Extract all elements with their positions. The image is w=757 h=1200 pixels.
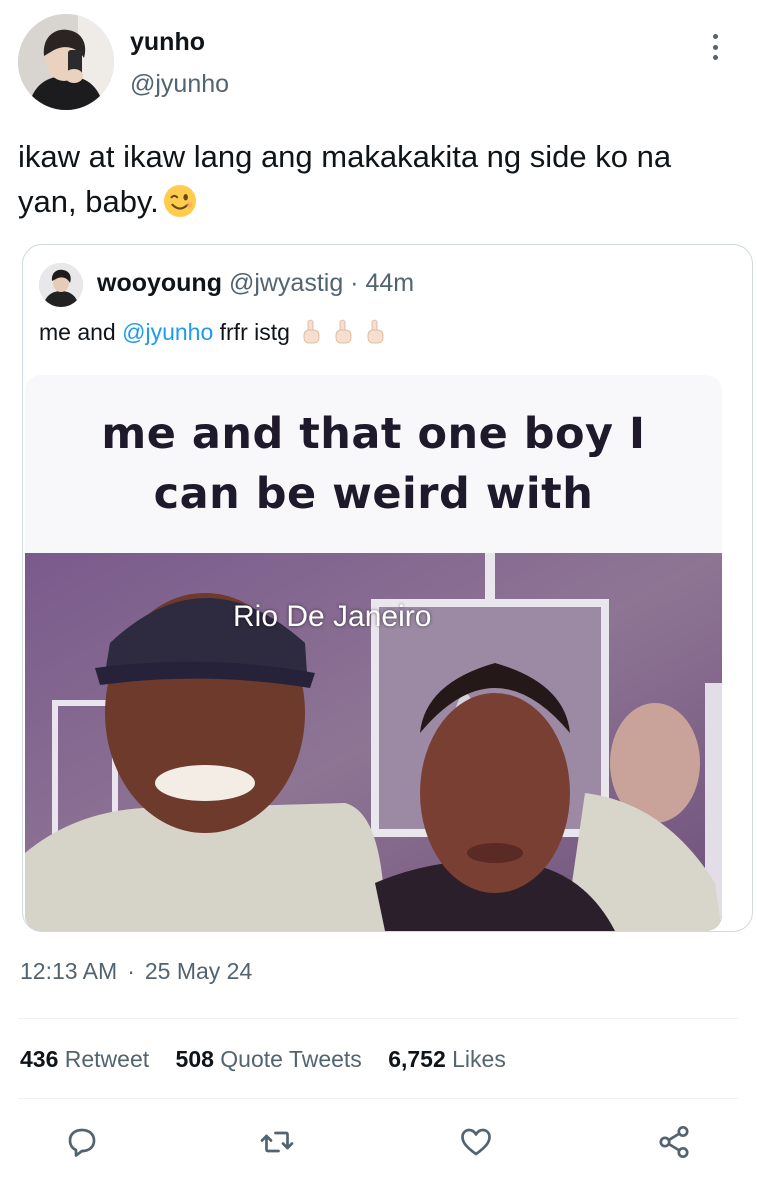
quote-tweets-stat[interactable]: 508 Quote Tweets (176, 1046, 362, 1072)
meme-caption-line1: me and that one boy I (101, 409, 646, 459)
retweets-count: 436 (20, 1046, 59, 1072)
share-icon[interactable] (656, 1124, 692, 1160)
divider (18, 1098, 739, 1099)
quoted-media-image[interactable]: me and that one boy I can be weird with (25, 375, 722, 931)
likes-label: Likes (452, 1046, 506, 1072)
meme-caption-line2: can be weird with (153, 469, 594, 519)
quoted-author-avatar[interactable] (39, 263, 83, 307)
likes-count: 6,752 (388, 1046, 446, 1072)
timestamp-dot: · (127, 958, 135, 984)
divider (18, 1018, 739, 1019)
quotes-count: 508 (175, 1046, 214, 1072)
index-pointing-up-emoji (303, 319, 320, 344)
more-options-icon[interactable] (700, 30, 730, 64)
like-icon[interactable] (458, 1124, 494, 1160)
author-handle[interactable]: @jyunho (130, 70, 229, 99)
quoted-profile-photo (39, 263, 83, 307)
retweet-icon[interactable] (259, 1124, 295, 1160)
quoted-tweet-card[interactable]: wooyoung @jwyastig · 44m me and @jyunho … (22, 244, 753, 932)
tweet-date: 25 May 24 (144, 958, 253, 984)
tweet-body: ikaw at ikaw lang ang makakakita ng side… (18, 139, 672, 219)
action-bar (0, 1118, 757, 1168)
quoted-time-separator: · (343, 269, 366, 297)
profile-photo (18, 14, 114, 110)
quoted-author-name[interactable]: wooyoung (97, 269, 222, 297)
index-pointing-up-emoji (367, 319, 384, 344)
quoted-text-before: me and (39, 319, 123, 345)
quoted-text: me and @jyunho frfr istg (39, 319, 386, 346)
meme-overlay-text: Rio De Janeiro (233, 600, 432, 633)
quoted-header: wooyoung @jwyastig · 44m (97, 269, 414, 298)
quoted-text-after: frfr istg (213, 319, 290, 345)
tweet-text: ikaw at ikaw lang ang makakakita ng side… (18, 134, 738, 224)
likes-stat[interactable]: 6,752 Likes (388, 1046, 506, 1072)
meme-caption-area: me and that one boy I can be weird with (25, 375, 722, 553)
engagement-stats: 436 Retweet 508 Quote Tweets 6,752 Likes (20, 1046, 526, 1073)
quoted-time: 44m (365, 269, 415, 297)
quotes-label: Quote Tweets (220, 1046, 362, 1072)
quoted-author-handle[interactable]: @jwyastig (229, 269, 343, 297)
meme-caption: me and that one boy I can be weird with (101, 404, 645, 524)
reply-icon[interactable] (64, 1124, 100, 1160)
winking-face-emoji (163, 184, 196, 218)
tweet-timestamp[interactable]: 12:13 AM · 25 May 24 (20, 958, 252, 985)
index-pointing-up-emoji (335, 319, 352, 344)
author-name[interactable]: yunho (130, 28, 205, 57)
retweets-label: Retweet (64, 1046, 150, 1072)
author-avatar[interactable] (18, 14, 114, 110)
mention-link[interactable]: @jyunho (122, 319, 213, 345)
retweets-stat[interactable]: 436 Retweet (20, 1046, 149, 1072)
tweet-time: 12:13 AM (20, 958, 118, 984)
